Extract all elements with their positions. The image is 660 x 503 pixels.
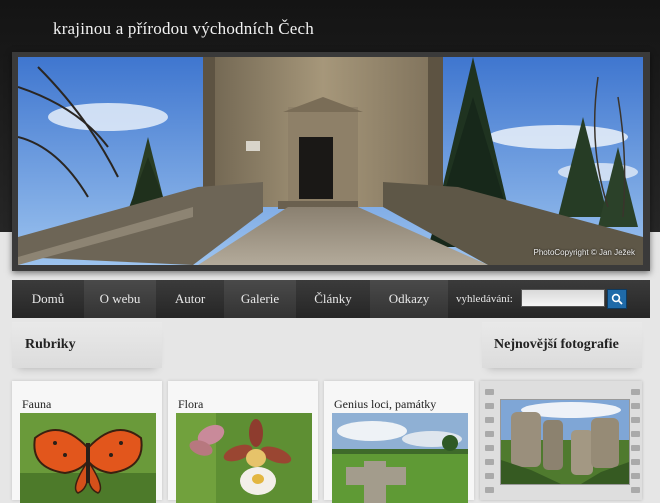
film-hole — [485, 487, 494, 493]
photo-credit: PhotoCopyright © Jan Ježek — [533, 248, 635, 257]
nav-item-author[interactable]: Autor — [156, 280, 224, 318]
film-hole — [631, 473, 640, 479]
film-hole — [631, 417, 640, 423]
latest-photo-rocks[interactable] — [500, 399, 630, 485]
search-label: vyhledávání: — [456, 293, 513, 305]
film-hole — [631, 389, 640, 395]
film-hole — [631, 431, 640, 437]
main-navigation: Domů O webu Autor Galerie Články Odkazy … — [12, 280, 650, 318]
nav-item-gallery[interactable]: Galerie — [224, 280, 296, 318]
film-hole — [485, 459, 494, 465]
film-hole — [485, 417, 494, 423]
nav-item-home[interactable]: Domů — [12, 280, 84, 318]
category-card-genius-loci[interactable]: Genius loci, památky — [324, 381, 474, 503]
card-title[interactable]: Flora — [178, 397, 203, 412]
film-hole — [485, 389, 494, 395]
stone-cross-illustration — [332, 413, 468, 503]
search-button[interactable] — [606, 289, 627, 309]
search-input[interactable] — [520, 289, 605, 307]
film-hole — [631, 459, 640, 465]
card-title[interactable]: Genius loci, památky — [334, 397, 436, 412]
latest-photo-filmstrip — [480, 381, 642, 500]
film-hole — [631, 445, 640, 451]
card-title[interactable]: Fauna — [22, 397, 51, 412]
banner-image: PhotoCopyright © Jan Ježek — [18, 57, 643, 265]
category-card-fauna[interactable]: Fauna — [12, 381, 162, 503]
card-image-stone-cross[interactable] — [332, 413, 468, 503]
butterfly-illustration — [20, 413, 156, 503]
film-hole — [485, 445, 494, 451]
film-hole — [485, 473, 494, 479]
orchid-illustration — [176, 413, 312, 503]
nav-item-about[interactable]: O webu — [84, 280, 156, 318]
film-hole — [485, 403, 494, 409]
film-hole — [631, 403, 640, 409]
section-heading-latest: Nejnovější fotografie — [494, 337, 619, 352]
section-heading-rubriky: Rubriky — [25, 337, 76, 352]
banner-illustration — [18, 57, 643, 265]
card-image-orchid[interactable] — [176, 413, 312, 503]
nav-item-articles[interactable]: Články — [296, 280, 370, 318]
category-card-flora[interactable]: Flora — [168, 381, 318, 503]
film-hole — [485, 431, 494, 437]
nav-item-links[interactable]: Odkazy — [370, 280, 448, 318]
film-hole — [631, 487, 640, 493]
rocks-illustration — [501, 400, 629, 484]
site-title[interactable]: krajinou a přírodou východních Čech — [53, 19, 314, 39]
magnifier-icon — [611, 293, 623, 305]
card-image-butterfly[interactable] — [20, 413, 156, 503]
